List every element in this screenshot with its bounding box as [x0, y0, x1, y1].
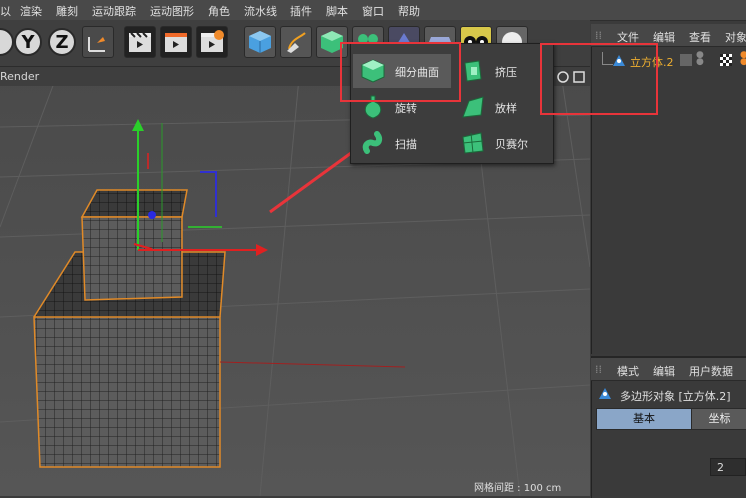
- menu-item-plugins[interactable]: 插件: [290, 3, 312, 19]
- tab-basic[interactable]: 基本: [596, 408, 692, 430]
- popup-item-label: 挤压: [495, 66, 517, 79]
- clapper-icon: [129, 32, 151, 52]
- sweep-icon: [362, 131, 383, 154]
- axis-x-button[interactable]: [0, 28, 14, 56]
- coordinate-system-icon: [88, 37, 105, 52]
- menu-item-mograph[interactable]: 运动图形: [150, 3, 194, 19]
- tag-dots-icon: ● ●: [740, 50, 746, 67]
- tab-objects[interactable]: 对象: [725, 29, 746, 45]
- menu-item-help[interactable]: 帮助: [398, 3, 420, 19]
- clapper-render-icon: [165, 33, 187, 52]
- popup-item-extrude[interactable]: 挤压: [453, 54, 551, 88]
- menu-item-pipeline[interactable]: 流水线: [244, 3, 277, 19]
- axis-y-button[interactable]: Y: [14, 28, 42, 56]
- popup-item-label: 扫描: [395, 138, 417, 151]
- tab-mode[interactable]: 模式: [617, 363, 639, 379]
- attribute-manager-header: ⁞⁞ 模式 编辑 用户数据: [591, 358, 746, 381]
- pen-icon: [287, 32, 306, 53]
- popup-item-loft[interactable]: 放样: [453, 90, 551, 124]
- render-settings-button[interactable]: [196, 26, 228, 58]
- visibility-dots-icon[interactable]: ● ●: [696, 51, 704, 67]
- layer-icon[interactable]: [680, 54, 692, 66]
- menu-bar: 以 渲染 雕刻 运动跟踪 运动图形 角色 流水线 插件 脚本 窗口 帮助: [0, 0, 746, 21]
- render-to-picture-viewer-button[interactable]: [160, 26, 192, 58]
- menu-item-character[interactable]: 角色: [208, 3, 230, 19]
- cube-icon: [249, 31, 271, 53]
- popup-item-label: 贝赛尔: [495, 138, 528, 151]
- menu-item-window[interactable]: 窗口: [362, 3, 384, 19]
- tab-coordinates[interactable]: 坐标: [691, 408, 746, 430]
- annotation-box-subdivision: [340, 42, 461, 102]
- popup-item-label: 放样: [495, 102, 517, 115]
- material-tag-icon[interactable]: [720, 54, 732, 66]
- loft-icon: [462, 96, 484, 118]
- popup-item-sweep[interactable]: 扫描: [353, 126, 451, 160]
- tab-edit[interactable]: 编辑: [653, 363, 675, 379]
- attribute-object-title: 多边形对象 [立方体.2]: [620, 390, 731, 403]
- tab-user-data[interactable]: 用户数据: [689, 363, 733, 379]
- coordinate-system-button[interactable]: [82, 26, 114, 58]
- grip-icon: ⁞⁞: [595, 363, 602, 376]
- attribute-title-row: 多边形对象 [立方体.2]: [596, 386, 746, 404]
- menu-item-script[interactable]: 脚本: [326, 3, 348, 19]
- pen-button[interactable]: [280, 26, 312, 58]
- viewport-header-label: Render: [0, 70, 40, 83]
- polygon-object-icon: [599, 388, 611, 399]
- menu-item-0[interactable]: 以: [0, 3, 11, 19]
- extrude-icon: [464, 60, 482, 82]
- bezier-icon: [462, 132, 484, 154]
- menu-item-sculpt[interactable]: 雕刻: [56, 3, 78, 19]
- popup-item-label: 旋转: [395, 102, 417, 115]
- grip-icon: ⁞⁞: [595, 29, 602, 42]
- menu-item-render[interactable]: 渲染: [20, 3, 42, 19]
- menu-item-motion-tracking[interactable]: 运动跟踪: [92, 3, 136, 19]
- tab-view[interactable]: 查看: [689, 29, 711, 45]
- grid-spacing-label: 网格间距 : 100 cm: [474, 483, 562, 494]
- render-view-button[interactable]: [124, 26, 156, 58]
- annotation-box-object: [540, 43, 658, 115]
- axis-z-button[interactable]: Z: [48, 28, 76, 56]
- clapper-gear-icon: [201, 30, 224, 52]
- popup-item-bezier[interactable]: 贝赛尔: [453, 126, 551, 160]
- cube-button[interactable]: [244, 26, 276, 58]
- attribute-value-field[interactable]: 2: [710, 458, 746, 476]
